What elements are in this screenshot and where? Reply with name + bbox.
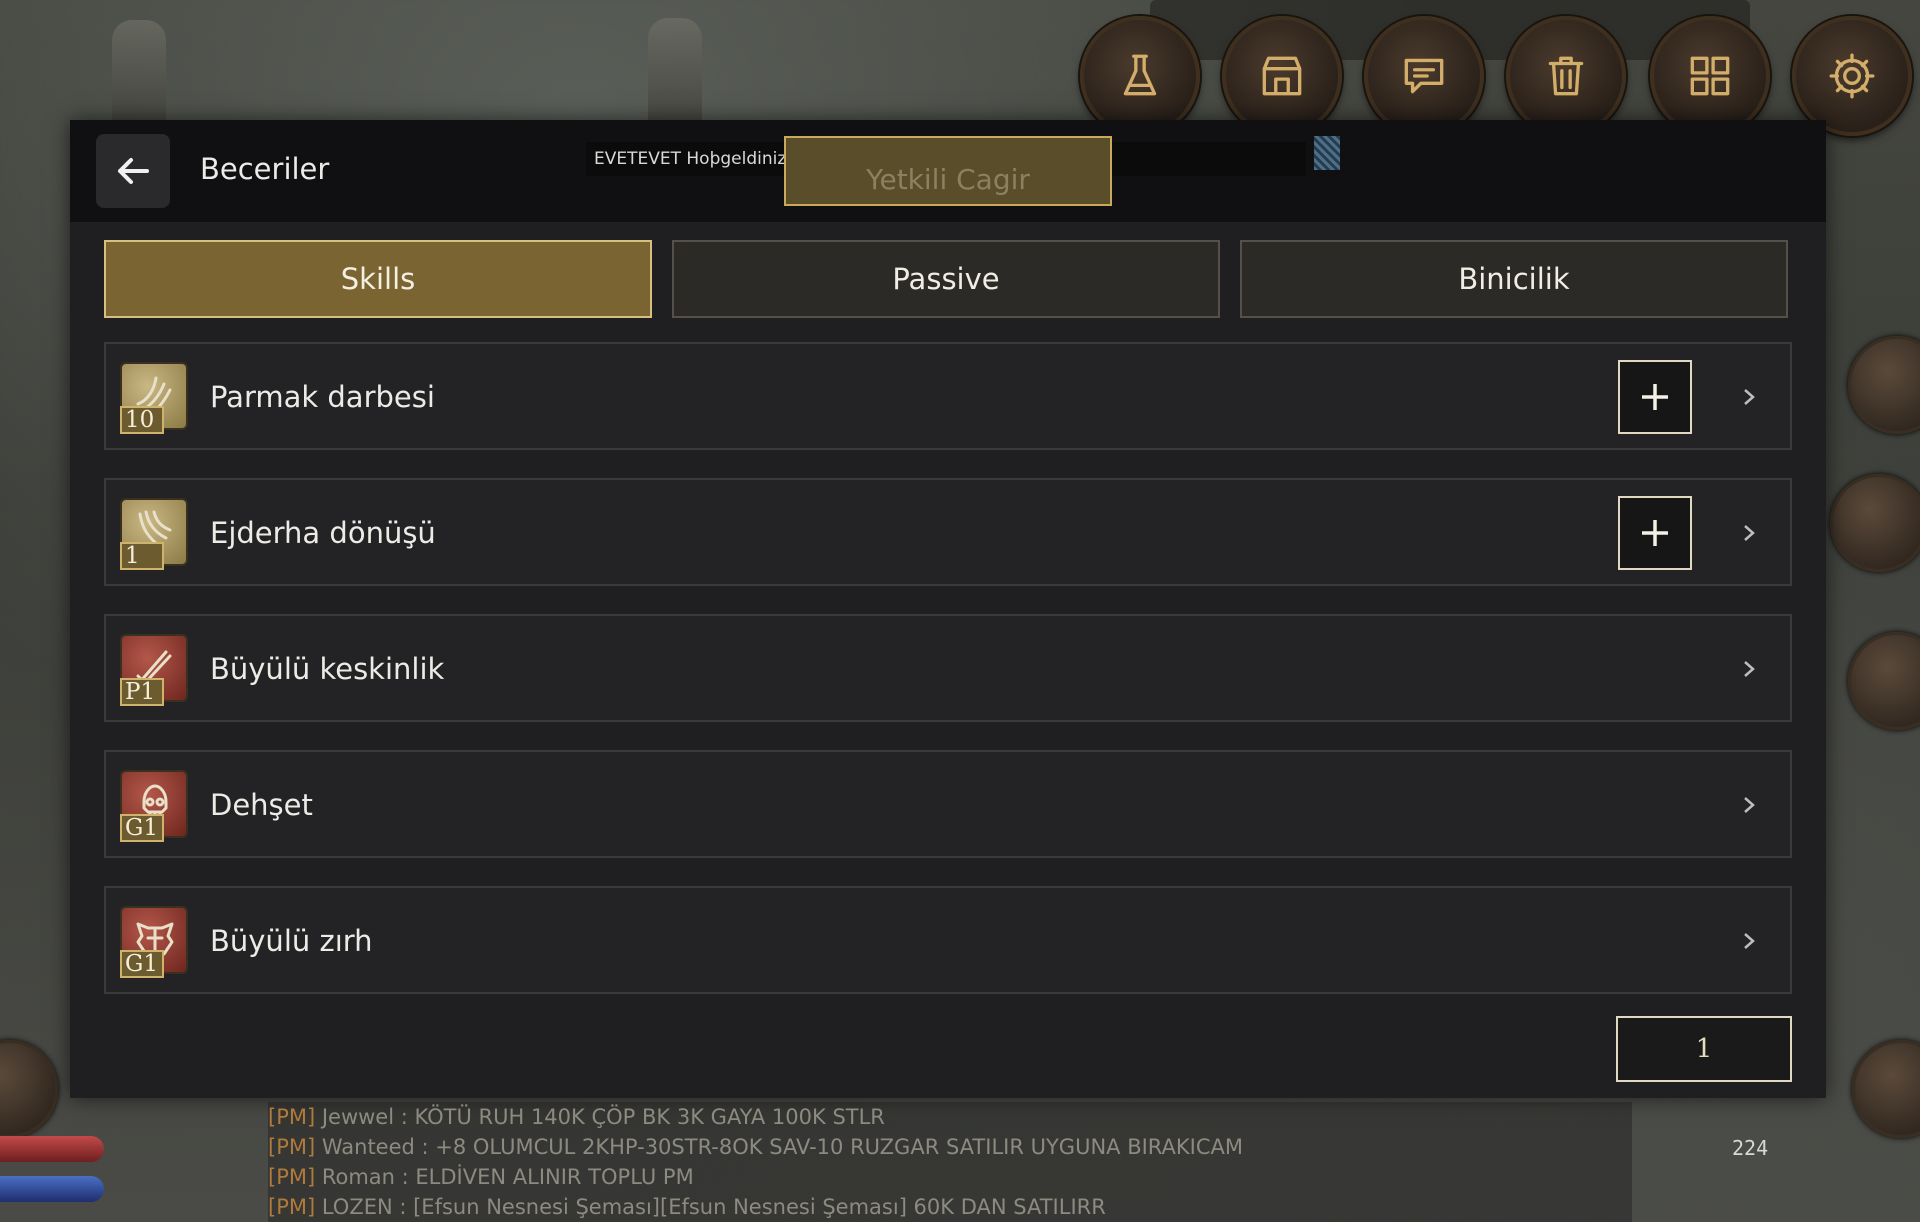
skill-level-badge: G1	[120, 814, 164, 842]
side-skill-button[interactable]	[1830, 474, 1920, 572]
skill-row[interactable]: 10 Parmak darbesi	[104, 342, 1792, 450]
chat-text: Roman : ELDİVEN ALINIR TOPLU PM	[315, 1165, 694, 1189]
skill-level-badge: G1	[120, 950, 164, 978]
side-skill-button[interactable]	[1848, 632, 1920, 730]
side-skill-button[interactable]	[0, 1040, 58, 1138]
chat-text: Jewwel : KÖTÜ RUH 140K ÇÖP BK 3K GAYA 10…	[315, 1105, 885, 1129]
side-skill-button[interactable]	[1848, 336, 1920, 434]
skill-name: Büyülü keskinlik	[210, 652, 445, 686]
add-skill-point-button[interactable]	[1618, 496, 1692, 570]
skill-name: Parmak darbesi	[210, 380, 435, 414]
skull-icon: G1	[120, 770, 188, 842]
page-title: Beceriler	[200, 152, 330, 186]
page-indicator[interactable]: 1	[1616, 1016, 1792, 1082]
background-lantern	[648, 18, 702, 128]
hud-counter: 224	[1732, 1136, 1769, 1160]
skill-level-badge: 1	[120, 542, 164, 570]
blade-icon: P1	[120, 634, 188, 706]
tab-passive[interactable]: Passive	[672, 240, 1220, 318]
trash-icon	[1548, 56, 1584, 96]
skill-level-badge: 10	[120, 406, 164, 434]
chat-button[interactable]	[1364, 16, 1484, 136]
skills-panel: Beceriler EVETEVET Hoþgeldiniz. Yetkili …	[70, 120, 1826, 1098]
tab-binicilik[interactable]: Binicilik	[1240, 240, 1788, 318]
panel-header: Beceriler EVETEVET Hoþgeldiniz. Yetkili …	[70, 120, 1826, 222]
claw-icon: 10	[120, 362, 188, 434]
chat-line: [PM] LOZEN : [Efsun Nesnesi Şeması][Efsu…	[268, 1192, 1632, 1222]
settings-button[interactable]	[1792, 16, 1912, 136]
add-skill-point-button[interactable]	[1618, 360, 1692, 434]
chat-log: [PM] Jewwel : KÖTÜ RUH 140K ÇÖP BK 3K GA…	[268, 1102, 1632, 1222]
skill-row[interactable]: G1 Dehşet	[104, 750, 1792, 858]
chat-text: Wanteed : +8 OLUMCUL 2KHP-30STR-8OK SAV-…	[315, 1135, 1244, 1159]
armor-icon: G1	[120, 906, 188, 978]
shop-icon	[1262, 56, 1302, 96]
tab-skills[interactable]: Skills	[104, 240, 652, 318]
gear-icon	[1829, 53, 1875, 99]
wing-icon: 1	[120, 498, 188, 570]
potion-button[interactable]	[1080, 16, 1200, 136]
chat-tag: [PM]	[268, 1195, 316, 1219]
skill-name: Dehşet	[210, 788, 313, 822]
skill-level-badge: P1	[120, 678, 164, 706]
chat-text: LOZEN : [Efsun Nesnesi Şeması][Efsun Nes…	[315, 1195, 1106, 1219]
chat-line: [PM] Jewwel : KÖTÜ RUH 140K ÇÖP BK 3K GA…	[268, 1102, 1632, 1132]
chevron-right-icon[interactable]	[1736, 926, 1762, 956]
mp-bar	[0, 1176, 104, 1202]
hp-bar	[0, 1136, 104, 1162]
skill-row[interactable]: G1 Büyülü zırh	[104, 886, 1792, 994]
chevron-right-icon[interactable]	[1736, 382, 1762, 412]
skill-name: Ejderha dönüşü	[210, 516, 436, 550]
side-skill-button[interactable]	[1852, 1040, 1920, 1138]
chevron-right-icon[interactable]	[1736, 518, 1762, 548]
grid-button[interactable]	[1650, 16, 1770, 136]
trash-button[interactable]	[1506, 16, 1626, 136]
notice-icon	[1314, 136, 1340, 170]
background-lantern	[112, 20, 166, 130]
plus-icon	[1642, 384, 1668, 410]
skill-name: Büyülü zırh	[210, 924, 373, 958]
chat-icon	[1404, 58, 1444, 94]
grid-icon	[1690, 56, 1730, 96]
shop-button[interactable]	[1222, 16, 1342, 136]
chat-tag: [PM]	[268, 1105, 316, 1129]
arrow-left-icon	[118, 158, 149, 184]
skill-row[interactable]: P1 Büyülü keskinlik	[104, 614, 1792, 722]
chat-line: [PM] Roman : ELDİVEN ALINIR TOPLU PM	[268, 1162, 1632, 1192]
potion-icon	[1123, 54, 1157, 96]
chat-line: [PM] Wanteed : +8 OLUMCUL 2KHP-30STR-8OK…	[268, 1132, 1632, 1162]
back-button[interactable]	[96, 134, 170, 208]
call-gm-button[interactable]: Yetkili Cagir	[784, 136, 1112, 206]
chat-tag: [PM]	[268, 1135, 316, 1159]
chevron-right-icon[interactable]	[1736, 654, 1762, 684]
skill-row[interactable]: 1 Ejderha dönüşü	[104, 478, 1792, 586]
chevron-right-icon[interactable]	[1736, 790, 1762, 820]
plus-icon	[1642, 520, 1668, 546]
chat-tag: [PM]	[268, 1165, 316, 1189]
